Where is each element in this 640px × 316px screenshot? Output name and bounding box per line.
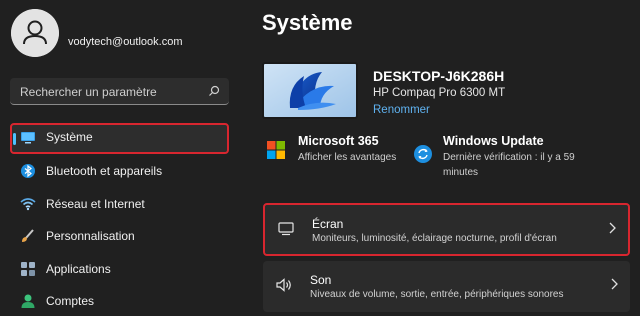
microsoft-logo-icon[interactable]: [267, 141, 285, 159]
sidebar-item-label: Comptes: [46, 294, 95, 308]
person-icon: [21, 294, 35, 308]
bluetooth-icon: [21, 164, 35, 178]
device-model: HP Compaq Pro 6300 MT: [373, 87, 506, 99]
page-title: Système: [262, 10, 353, 35]
windows-update-subtitle-line1: Dernière vérification : il y a 59: [443, 152, 575, 163]
search-box[interactable]: Rechercher un paramètre: [10, 78, 229, 105]
search-icon[interactable]: [208, 85, 220, 97]
sidebar-item-reseau[interactable]: Réseau et Internet: [10, 190, 229, 219]
apps-icon: [21, 262, 35, 276]
monitor-icon: [21, 132, 35, 144]
chevron-right-icon: [609, 222, 616, 234]
sidebar-item-systeme[interactable]: Système: [10, 123, 229, 154]
sidebar-item-label: Système: [46, 130, 93, 144]
device-name: DESKTOP-J6K286H: [373, 68, 505, 84]
microsoft-365-subtitle: Afficher les avantages: [298, 152, 397, 163]
selection-indicator: [13, 133, 16, 145]
sidebar-item-applications[interactable]: Applications: [10, 255, 229, 284]
windows-update-subtitle: Dernière vérification : il y a 59 minute…: [443, 150, 575, 180]
sidebar: vodytech@outlook.com Rechercher un param…: [0, 0, 240, 316]
sidebar-item-personnalisation[interactable]: Personnalisation: [10, 222, 229, 251]
rename-link[interactable]: Renommer: [373, 104, 430, 116]
display-icon: [278, 222, 294, 236]
windows-update-subtitle-line2: minutes: [443, 167, 479, 178]
search-input[interactable]: Rechercher un paramètre: [20, 85, 157, 99]
sidebar-item-comptes[interactable]: Comptes: [10, 287, 229, 316]
sidebar-item-label: Personnalisation: [46, 229, 135, 243]
sound-settings-card[interactable]: Son Niveaux de volume, sortie, entrée, p…: [263, 261, 630, 312]
sidebar-item-label: Réseau et Internet: [46, 197, 145, 211]
windows-update-title[interactable]: Windows Update: [443, 134, 544, 148]
sidebar-item-label: Applications: [46, 262, 111, 276]
brush-icon: [22, 229, 34, 242]
avatar[interactable]: [11, 9, 59, 57]
chevron-right-icon: [611, 278, 618, 290]
wifi-icon: [20, 198, 36, 211]
card-title: Écran: [312, 217, 344, 231]
sidebar-item-label: Bluetooth et appareils: [46, 164, 163, 178]
person-avatar-icon: [11, 9, 59, 57]
windows-update-icon[interactable]: [414, 145, 432, 163]
card-subtitle: Moniteurs, luminosité, éclairage nocturn…: [312, 233, 557, 244]
sidebar-item-bluetooth[interactable]: Bluetooth et appareils: [10, 157, 229, 186]
wallpaper-bloom-icon: [264, 64, 356, 117]
card-title: Son: [310, 273, 332, 287]
microsoft-365-title[interactable]: Microsoft 365: [298, 134, 379, 148]
speaker-icon: [276, 278, 291, 292]
account-email: vodytech@outlook.com: [68, 36, 183, 48]
display-settings-card[interactable]: Écran Moniteurs, luminosité, éclairage n…: [263, 203, 630, 256]
device-thumbnail[interactable]: [262, 62, 358, 119]
card-subtitle: Niveaux de volume, sortie, entrée, périp…: [310, 289, 564, 300]
